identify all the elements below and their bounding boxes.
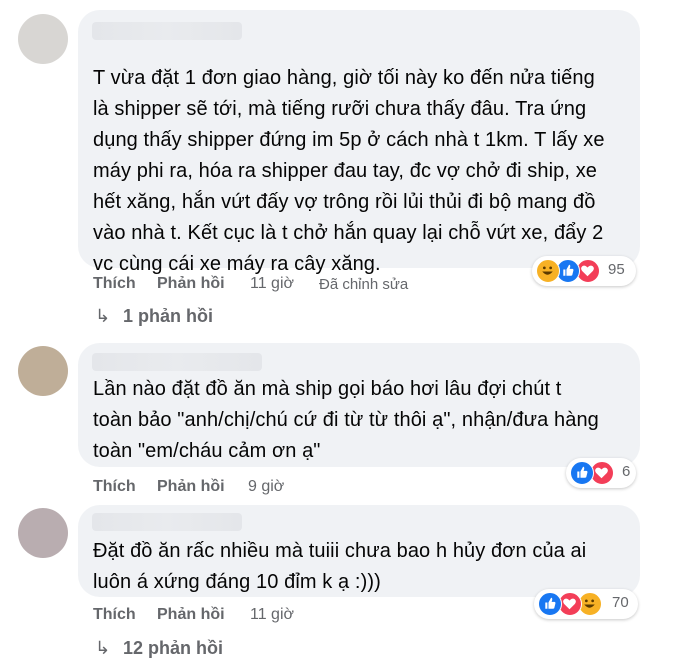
reply-arrow-icon: ↳: [95, 638, 111, 658]
haha-icon: [536, 259, 560, 283]
reaction-summary[interactable]: 70: [534, 589, 638, 619]
reaction-count: 95: [608, 261, 625, 278]
edited-label: Đã chỉnh sửa: [319, 276, 409, 293]
reply-link[interactable]: Phản hồi: [157, 478, 225, 496]
comment-1: T vừa đặt 1 đơn giao hàng, giờ tối này k…: [0, 0, 700, 330]
like-icon: [570, 461, 594, 485]
author-name-blurred[interactable]: [92, 353, 262, 371]
reply-arrow-icon: ↳: [95, 306, 111, 326]
comment-text: Lần nào đặt đồ ăn mà ship gọi báo hơi lâ…: [93, 378, 599, 462]
reaction-count: 6: [622, 463, 631, 480]
timestamp[interactable]: 9 giờ: [248, 478, 284, 496]
view-replies-link[interactable]: ↳ 12 phản hồi: [95, 638, 295, 664]
author-name-blurred[interactable]: [92, 513, 242, 531]
reaction-count: 70: [612, 594, 629, 611]
comment-actions: Thích Phản hồi 9 giờ: [93, 478, 393, 500]
comment-actions: Thích Phản hồi 11 giờ: [93, 606, 393, 628]
view-replies-link[interactable]: ↳ 1 phản hồi: [95, 306, 295, 332]
comment-2: Lần nào đặt đồ ăn mà ship gọi báo hơi lâ…: [0, 335, 700, 500]
replies-count-label: 1 phản hồi: [123, 306, 213, 326]
like-icon: [538, 592, 562, 616]
avatar[interactable]: [18, 14, 68, 64]
comment-3: Đặt đồ ăn rấc nhiều mà tuiii chưa bao h …: [0, 500, 700, 661]
reaction-summary[interactable]: 95: [532, 256, 636, 286]
avatar[interactable]: [18, 508, 68, 558]
comment-bubble: Đặt đồ ăn rấc nhiều mà tuiii chưa bao h …: [78, 505, 640, 597]
reaction-summary[interactable]: 6: [566, 458, 636, 488]
comment-bubble: T vừa đặt 1 đơn giao hàng, giờ tối này k…: [78, 10, 640, 275]
comment-bubble: Lần nào đặt đồ ăn mà ship gọi báo hơi lâ…: [78, 343, 640, 467]
timestamp[interactable]: 11 giờ: [250, 606, 294, 624]
comment-actions: Thích Phản hồi 11 giờ Đã chỉnh sửa: [93, 275, 513, 297]
like-link[interactable]: Thích: [93, 478, 136, 496]
comment-text: T vừa đặt 1 đơn giao hàng, giờ tối này k…: [93, 67, 605, 275]
like-link[interactable]: Thích: [93, 606, 136, 624]
avatar[interactable]: [18, 346, 68, 396]
like-link[interactable]: Thích: [93, 275, 136, 293]
reply-link[interactable]: Phản hồi: [157, 606, 225, 624]
reply-link[interactable]: Phản hồi: [157, 275, 225, 293]
author-name-blurred[interactable]: [92, 22, 242, 40]
replies-count-label: 12 phản hồi: [123, 638, 224, 658]
timestamp[interactable]: 11 giờ: [250, 275, 294, 293]
